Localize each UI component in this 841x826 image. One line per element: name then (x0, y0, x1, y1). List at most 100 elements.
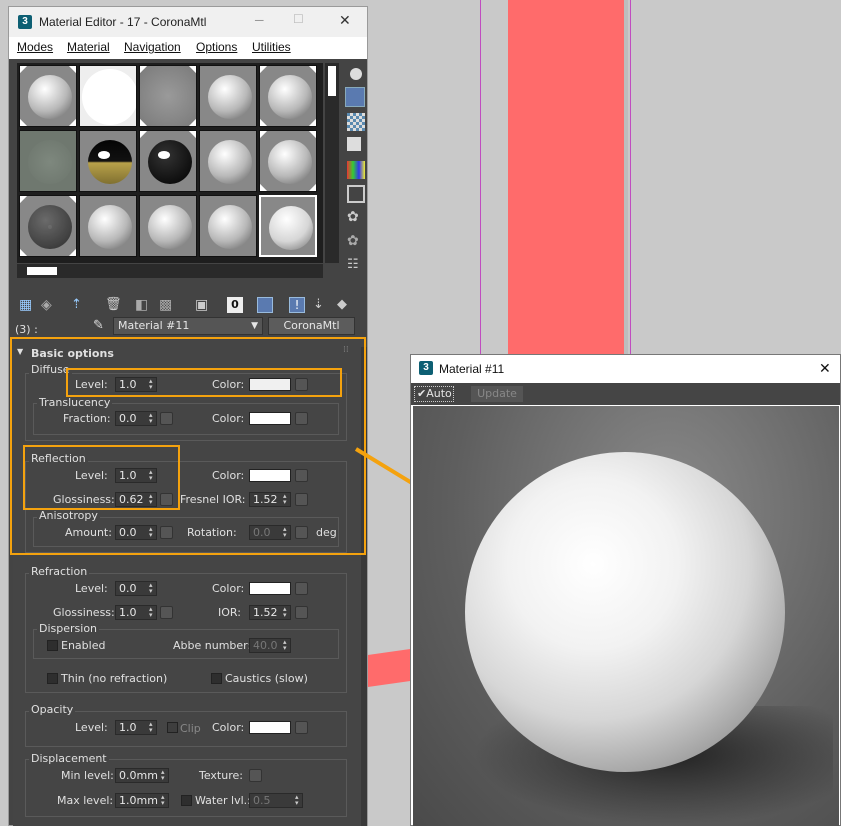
sample-slot[interactable] (199, 65, 257, 127)
go-forward-sibling-icon[interactable]: ⇣ (313, 297, 329, 313)
menu-options[interactable]: Options (196, 40, 237, 54)
displacement-max-spinner[interactable]: 1.0mm (115, 793, 169, 808)
water-level-checkbox[interactable] (181, 795, 192, 806)
slots-horizontal-scrollbar[interactable] (17, 264, 323, 278)
abbe-number-spinner[interactable]: 40.0 (249, 638, 291, 653)
menu-utilities[interactable]: Utilities (252, 40, 291, 54)
refraction-color-label: Color: (212, 582, 245, 595)
go-to-parent-icon[interactable]: ! (289, 297, 305, 313)
displacement-texture-button[interactable] (249, 769, 262, 782)
show-shaded-icon[interactable]: 0 (227, 297, 243, 313)
assign-to-selection-icon[interactable]: ⇡ (71, 297, 87, 313)
sample-slot[interactable] (259, 130, 317, 192)
make-unique-icon[interactable]: ◧ (135, 297, 151, 313)
slot-number-label: (3) : (15, 323, 38, 336)
material-name-value: Material #11 (118, 319, 190, 332)
clip-checkbox[interactable] (167, 722, 178, 733)
opacity-title: Opacity (29, 703, 76, 716)
material-options-icon[interactable]: ✿ (347, 209, 365, 227)
sample-slot[interactable] (259, 65, 317, 127)
select-by-material-icon[interactable]: ✿ (347, 233, 365, 251)
sample-slot-active[interactable] (259, 195, 317, 257)
viewport-red-object-edge (624, 0, 628, 358)
preview-toolbar: ✔Auto Update (411, 383, 840, 405)
editor-titlebar: 3 Material Editor - 17 - CoronaMtl ─ ☐ ✕ (9, 7, 367, 37)
sample-slot[interactable] (139, 195, 197, 257)
sample-slot[interactable] (199, 130, 257, 192)
rendered-sphere (465, 452, 785, 772)
material-type-button[interactable]: CoronaMtl (268, 317, 355, 335)
make-preview-icon[interactable] (347, 185, 365, 203)
put-to-scene-icon[interactable]: ◈ (41, 297, 57, 313)
refraction-glossiness-spinner[interactable]: 1.0 (115, 605, 157, 620)
material-navigator-icon[interactable]: ☷ (347, 257, 365, 275)
preview-title: Material #11 (439, 362, 505, 376)
opacity-level-label: Level: (75, 721, 108, 734)
sample-slot[interactable] (79, 195, 137, 257)
displacement-max-label: Max level: (57, 794, 114, 807)
sample-type-icon[interactable] (347, 65, 365, 83)
maximize-button[interactable]: ☐ (293, 12, 304, 26)
app-logo-icon: 3 (18, 15, 32, 29)
sample-slot[interactable] (79, 65, 137, 127)
displacement-min-spinner[interactable]: 0.0mm (115, 768, 169, 783)
sample-slot[interactable] (19, 130, 77, 192)
slots-vertical-scrollbar[interactable] (325, 63, 339, 263)
sample-slot[interactable] (139, 130, 197, 192)
backlight-icon[interactable] (345, 87, 365, 107)
sample-slot[interactable] (199, 195, 257, 257)
displacement-group (25, 759, 347, 817)
material-id-icon[interactable]: ▣ (195, 297, 211, 313)
viewport-red-strip (366, 648, 412, 688)
sample-uv-icon[interactable] (347, 137, 361, 151)
refraction-title: Refraction (29, 565, 90, 578)
preview-titlebar: 3 Material #11 ✕ (411, 355, 840, 383)
dispersion-title: Dispersion (37, 622, 100, 635)
refraction-level-spinner[interactable]: 0.0 (115, 581, 157, 596)
update-button[interactable]: Update (471, 386, 523, 402)
viewport-magenta-line (630, 0, 631, 354)
thin-label: Thin (no refraction) (61, 672, 168, 685)
background-checker-icon[interactable] (347, 113, 365, 131)
dispersion-enabled-checkbox[interactable] (47, 640, 58, 651)
refraction-map-button[interactable] (295, 582, 308, 595)
put-to-library-icon[interactable]: ▩ (159, 297, 175, 313)
material-preview-window: 3 Material #11 ✕ ✔Auto Update (410, 354, 841, 826)
refraction-color-swatch[interactable] (249, 582, 291, 595)
thin-checkbox[interactable] (47, 673, 58, 684)
eyedropper-icon[interactable]: ✎ (93, 318, 104, 333)
menu-navigation[interactable]: Navigation (124, 40, 181, 54)
water-level-label: Water lvl.: (195, 794, 251, 807)
auto-checkbox[interactable]: ✔Auto (414, 386, 454, 402)
sample-slot[interactable] (19, 65, 77, 127)
refraction-ior-spinner[interactable]: 1.52 (249, 605, 291, 620)
opacity-map-button[interactable] (295, 721, 308, 734)
opacity-level-spinner[interactable]: 1.0 (115, 720, 157, 735)
editor-title: Material Editor - 17 - CoronaMtl (39, 15, 207, 29)
sample-slot[interactable] (139, 65, 197, 127)
show-end-result-icon[interactable] (257, 297, 273, 313)
refraction-glossiness-label: Glossiness: (53, 606, 115, 619)
refraction-ior-map-button[interactable] (295, 606, 308, 619)
pick-material-icon[interactable]: ◆ (337, 297, 353, 313)
opacity-color-swatch[interactable] (249, 721, 291, 734)
get-material-icon[interactable]: ▦ (19, 297, 35, 313)
viewport-red-object (508, 0, 624, 358)
sample-slots (17, 63, 323, 263)
minimize-button[interactable]: ─ (255, 13, 264, 27)
caustics-checkbox[interactable] (211, 673, 222, 684)
video-color-check-icon[interactable] (347, 161, 365, 179)
sample-slot[interactable] (19, 195, 77, 257)
menu-modes[interactable]: Modes (17, 40, 53, 54)
water-level-spinner[interactable]: 0.5 (249, 793, 303, 808)
material-name-field[interactable]: Material #11 ▼ (113, 317, 263, 335)
refraction-ior-label: IOR: (218, 606, 241, 619)
reset-map-icon[interactable]: 🗑 (105, 297, 122, 313)
app-logo-icon: 3 (419, 361, 433, 375)
dispersion-enabled-label: Enabled (61, 639, 106, 652)
close-button[interactable]: ✕ (339, 12, 351, 29)
preview-close-button[interactable]: ✕ (819, 360, 831, 377)
sample-slot[interactable] (79, 130, 137, 192)
menu-material[interactable]: Material (67, 40, 110, 54)
refraction-glossiness-map-button[interactable] (160, 606, 173, 619)
